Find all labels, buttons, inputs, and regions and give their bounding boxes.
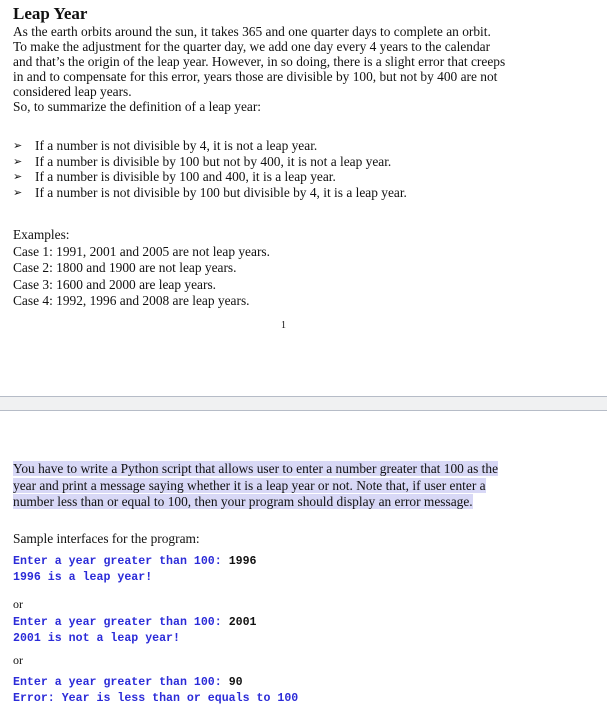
intro-line: As the earth orbits around the sun, it t… — [13, 24, 491, 39]
rules-list: ➢ If a number is not divisible by 4, it … — [13, 138, 407, 200]
page-number: 1 — [281, 320, 286, 331]
page-separator — [0, 396, 607, 411]
sample-output-3: Enter a year greater than 100: 90 Error:… — [13, 675, 298, 707]
intro-line: considered leap years. — [13, 84, 132, 99]
rule-text: If a number is divisible by 100 but not … — [35, 153, 392, 169]
summary-line: So, to summarize the definition of a lea… — [13, 99, 262, 114]
example-case: Case 4: 1992, 1996 and 2008 are leap yea… — [13, 293, 250, 308]
user-input: 1996 — [228, 555, 257, 568]
prompt-text: Enter a year greater than 100: — [13, 555, 229, 568]
result-text: 1996 is a leap year! — [13, 571, 153, 584]
examples-heading: Examples: — [13, 227, 70, 242]
list-item: ➢ If a number is not divisible by 100 bu… — [13, 185, 407, 201]
intro-line: and that’s the origin of the leap year. … — [13, 54, 506, 69]
user-input: 90 — [228, 676, 243, 689]
rule-text: If a number is divisible by 100 and 400,… — [35, 169, 336, 184]
selected-text-line[interactable]: year and print a message saying whether … — [13, 477, 486, 493]
error-text: Error: Year is less than or equals to 10… — [13, 692, 299, 705]
arrowhead-bullet-icon: ➢ — [13, 154, 23, 168]
arrowhead-bullet-icon: ➢ — [13, 170, 23, 183]
arrowhead-bullet-icon: ➢ — [13, 185, 23, 199]
document-page-2: You have to write a Python script that a… — [0, 411, 607, 717]
sample-output-2: Enter a year greater than 100: 2001 2001… — [13, 615, 257, 647]
rule-text: If a number is not divisible by 4, it is… — [35, 138, 318, 153]
or-separator: or — [13, 597, 23, 611]
arrowhead-bullet-icon: ➢ — [13, 139, 23, 152]
list-item: ➢ If a number is not divisible by 4, it … — [13, 138, 407, 154]
selected-text-line[interactable]: number less than or equal to 100, then y… — [13, 494, 473, 509]
sample-output-1: Enter a year greater than 100: 1996 1996… — [13, 554, 257, 586]
list-item: ➢ If a number is divisible by 100 but no… — [13, 154, 407, 170]
document-page-1: Leap Year As the earth orbits around the… — [0, 0, 607, 396]
intro-line: in and to compensate for this error, yea… — [13, 69, 498, 84]
prompt-text: Enter a year greater than 100: — [13, 676, 229, 689]
examples-section: Examples: Case 1: 1991, 2001 and 2005 ar… — [13, 227, 270, 310]
example-case: Case 2: 1800 and 1900 are not leap years… — [13, 260, 237, 275]
example-case: Case 3: 1600 and 2000 are leap years. — [13, 276, 217, 292]
user-input: 2001 — [228, 616, 257, 629]
result-text: 2001 is not a leap year! — [13, 632, 180, 645]
sample-intro: Sample interfaces for the program: — [13, 531, 200, 546]
intro-paragraph: As the earth orbits around the sun, it t… — [13, 24, 573, 114]
task-paragraph[interactable]: You have to write a Python script that a… — [13, 461, 573, 511]
rule-text: If a number is not divisible by 100 but … — [35, 184, 407, 200]
example-case: Case 1: 1991, 2001 and 2005 are not leap… — [13, 243, 270, 259]
selected-text-line[interactable]: You have to write a Python script that a… — [13, 461, 499, 476]
document-title: Leap Year — [13, 4, 88, 23]
prompt-text: Enter a year greater than 100: — [13, 616, 229, 629]
intro-line: To make the adjustment for the quarter d… — [13, 39, 491, 54]
or-separator: or — [13, 653, 23, 667]
list-item: ➢ If a number is divisible by 100 and 40… — [13, 169, 407, 185]
